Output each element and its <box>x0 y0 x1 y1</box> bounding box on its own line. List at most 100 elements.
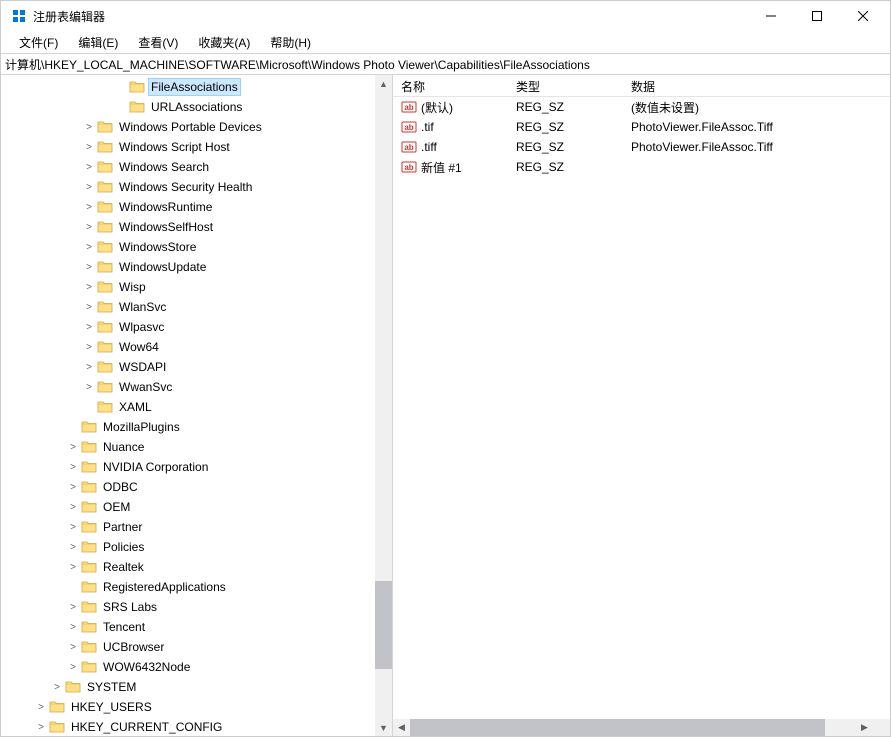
minimize-button[interactable] <box>748 1 794 31</box>
expand-icon[interactable]: ˃ <box>65 462 81 473</box>
tree-item[interactable]: ˃ UCBrowser <box>1 637 375 657</box>
folder-icon <box>81 600 97 614</box>
expand-icon[interactable]: ˃ <box>81 122 97 133</box>
folder-icon <box>97 360 113 374</box>
expand-icon[interactable]: ˃ <box>33 702 49 713</box>
tree-item[interactable]: ˃HKEY_USERS <box>1 697 375 717</box>
expand-icon[interactable]: ˃ <box>65 642 81 653</box>
tree-item[interactable]: ˃ODBC <box>1 477 375 497</box>
expand-icon[interactable]: ˃ <box>81 242 97 253</box>
value-list[interactable]: ab(默认)REG_SZ(数值未设置)ab.tifREG_SZPhotoView… <box>393 97 890 719</box>
close-button[interactable] <box>840 1 886 31</box>
tree-item[interactable]: XAML <box>1 397 375 417</box>
value-type: REG_SZ <box>508 100 623 114</box>
tree-item[interactable]: ˃SYSTEM <box>1 677 375 697</box>
folder-icon <box>97 200 113 214</box>
menu-view[interactable]: 查看(V) <box>128 32 188 53</box>
scroll-down-button[interactable]: ▼ <box>375 719 392 736</box>
column-header-name[interactable]: 名称 <box>393 75 508 96</box>
value-row[interactable]: ab新值 #1REG_SZ <box>393 157 890 177</box>
expand-icon[interactable]: ˃ <box>65 522 81 533</box>
expand-icon[interactable]: ˃ <box>81 262 97 273</box>
tree-item[interactable]: ˃WindowsUpdate <box>1 257 375 277</box>
expand-icon[interactable]: ˃ <box>81 222 97 233</box>
column-header-type[interactable]: 类型 <box>508 75 623 96</box>
scroll-right-button[interactable]: ▶ <box>856 719 873 736</box>
tree-item[interactable]: RegisteredApplications <box>1 577 375 597</box>
value-row[interactable]: ab(默认)REG_SZ(数值未设置) <box>393 97 890 117</box>
menu-edit[interactable]: 编辑(E) <box>68 32 128 53</box>
expand-icon[interactable]: ˃ <box>81 362 97 373</box>
tree-item-label: UCBrowser <box>101 639 166 655</box>
expand-icon[interactable]: ˃ <box>33 722 49 733</box>
tree-item[interactable]: ˃Realtek <box>1 557 375 577</box>
expand-icon[interactable]: ˃ <box>65 622 81 633</box>
expand-icon[interactable]: ˃ <box>81 162 97 173</box>
value-row[interactable]: ab.tifREG_SZPhotoViewer.FileAssoc.Tiff <box>393 117 890 137</box>
expand-icon[interactable]: ˃ <box>49 682 65 693</box>
maximize-button[interactable] <box>794 1 840 31</box>
tree-item[interactable]: ˃NVIDIA Corporation <box>1 457 375 477</box>
expand-icon[interactable]: ˃ <box>81 302 97 313</box>
tree-item[interactable]: ˃Tencent <box>1 617 375 637</box>
hscroll-thumb[interactable] <box>410 719 825 736</box>
expand-icon[interactable]: ˃ <box>65 442 81 453</box>
tree-item-label: XAML <box>117 399 154 415</box>
folder-icon <box>97 180 113 194</box>
string-value-icon: ab <box>401 119 417 135</box>
menu-help[interactable]: 帮助(H) <box>260 32 321 53</box>
tree-item[interactable]: ˃OEM <box>1 497 375 517</box>
tree-item[interactable]: ˃WindowsRuntime <box>1 197 375 217</box>
expand-icon[interactable]: ˃ <box>81 142 97 153</box>
tree-item[interactable]: ˃WindowsSelfHost <box>1 217 375 237</box>
tree-item[interactable]: ˃WindowsStore <box>1 237 375 257</box>
tree-item-label: Windows Search <box>117 159 211 175</box>
tree-item[interactable]: FileAssociations <box>1 77 375 97</box>
expand-icon[interactable]: ˃ <box>81 202 97 213</box>
expand-icon[interactable]: ˃ <box>65 662 81 673</box>
value-row[interactable]: ab.tiffREG_SZPhotoViewer.FileAssoc.Tiff <box>393 137 890 157</box>
tree-item[interactable]: ˃WwanSvc <box>1 377 375 397</box>
expand-icon[interactable]: ˃ <box>81 282 97 293</box>
value-name: .tif <box>421 120 434 134</box>
tree-item[interactable]: ˃WOW6432Node <box>1 657 375 677</box>
menu-file[interactable]: 文件(F) <box>9 32 68 53</box>
registry-tree[interactable]: FileAssociationsURLAssociations˃Windows … <box>1 75 375 736</box>
tree-item[interactable]: ˃WlanSvc <box>1 297 375 317</box>
tree-item[interactable]: ˃ Windows Search <box>1 157 375 177</box>
tree-item[interactable]: ˃Partner <box>1 517 375 537</box>
folder-icon <box>49 700 65 714</box>
address-bar[interactable]: 计算机\HKEY_LOCAL_MACHINE\SOFTWARE\Microsof… <box>1 53 890 75</box>
tree-item[interactable]: ˃Wow64 <box>1 337 375 357</box>
scroll-thumb[interactable] <box>375 581 392 669</box>
menu-favorites[interactable]: 收藏夹(A) <box>188 32 260 53</box>
tree-item[interactable]: ˃Nuance <box>1 437 375 457</box>
tree-vertical-scrollbar[interactable]: ▲ ▼ <box>375 75 392 736</box>
tree-item[interactable]: ˃Wlpasvc <box>1 317 375 337</box>
expand-icon[interactable]: ˃ <box>65 482 81 493</box>
tree-item[interactable]: ˃Windows Script Host <box>1 137 375 157</box>
expand-icon[interactable]: ˃ <box>81 382 97 393</box>
expand-icon[interactable]: ˃ <box>81 342 97 353</box>
expand-icon[interactable]: ˃ <box>81 322 97 333</box>
tree-item[interactable]: ˃WSDAPI <box>1 357 375 377</box>
window-title: 注册表编辑器 <box>33 8 105 25</box>
tree-item[interactable]: ˃HKEY_CURRENT_CONFIG <box>1 717 375 736</box>
tree-item[interactable]: URLAssociations <box>1 97 375 117</box>
list-horizontal-scrollbar[interactable]: ◀ ▶ <box>393 719 873 736</box>
expand-icon[interactable]: ˃ <box>65 542 81 553</box>
column-header-data[interactable]: 数据 <box>623 75 890 96</box>
expand-icon[interactable]: ˃ <box>81 182 97 193</box>
tree-item[interactable]: ˃Windows Portable Devices <box>1 117 375 137</box>
expand-icon[interactable]: ˃ <box>65 602 81 613</box>
expand-icon[interactable]: ˃ <box>65 562 81 573</box>
scroll-up-button[interactable]: ▲ <box>375 75 392 92</box>
scroll-left-button[interactable]: ◀ <box>393 719 410 736</box>
tree-item[interactable]: ˃Windows Security Health <box>1 177 375 197</box>
expand-icon[interactable]: ˃ <box>65 502 81 513</box>
tree-item[interactable]: MozillaPlugins <box>1 417 375 437</box>
tree-item[interactable]: ˃Policies <box>1 537 375 557</box>
tree-item[interactable]: ˃SRS Labs <box>1 597 375 617</box>
tree-item[interactable]: ˃Wisp <box>1 277 375 297</box>
string-value-icon: ab <box>401 159 417 175</box>
